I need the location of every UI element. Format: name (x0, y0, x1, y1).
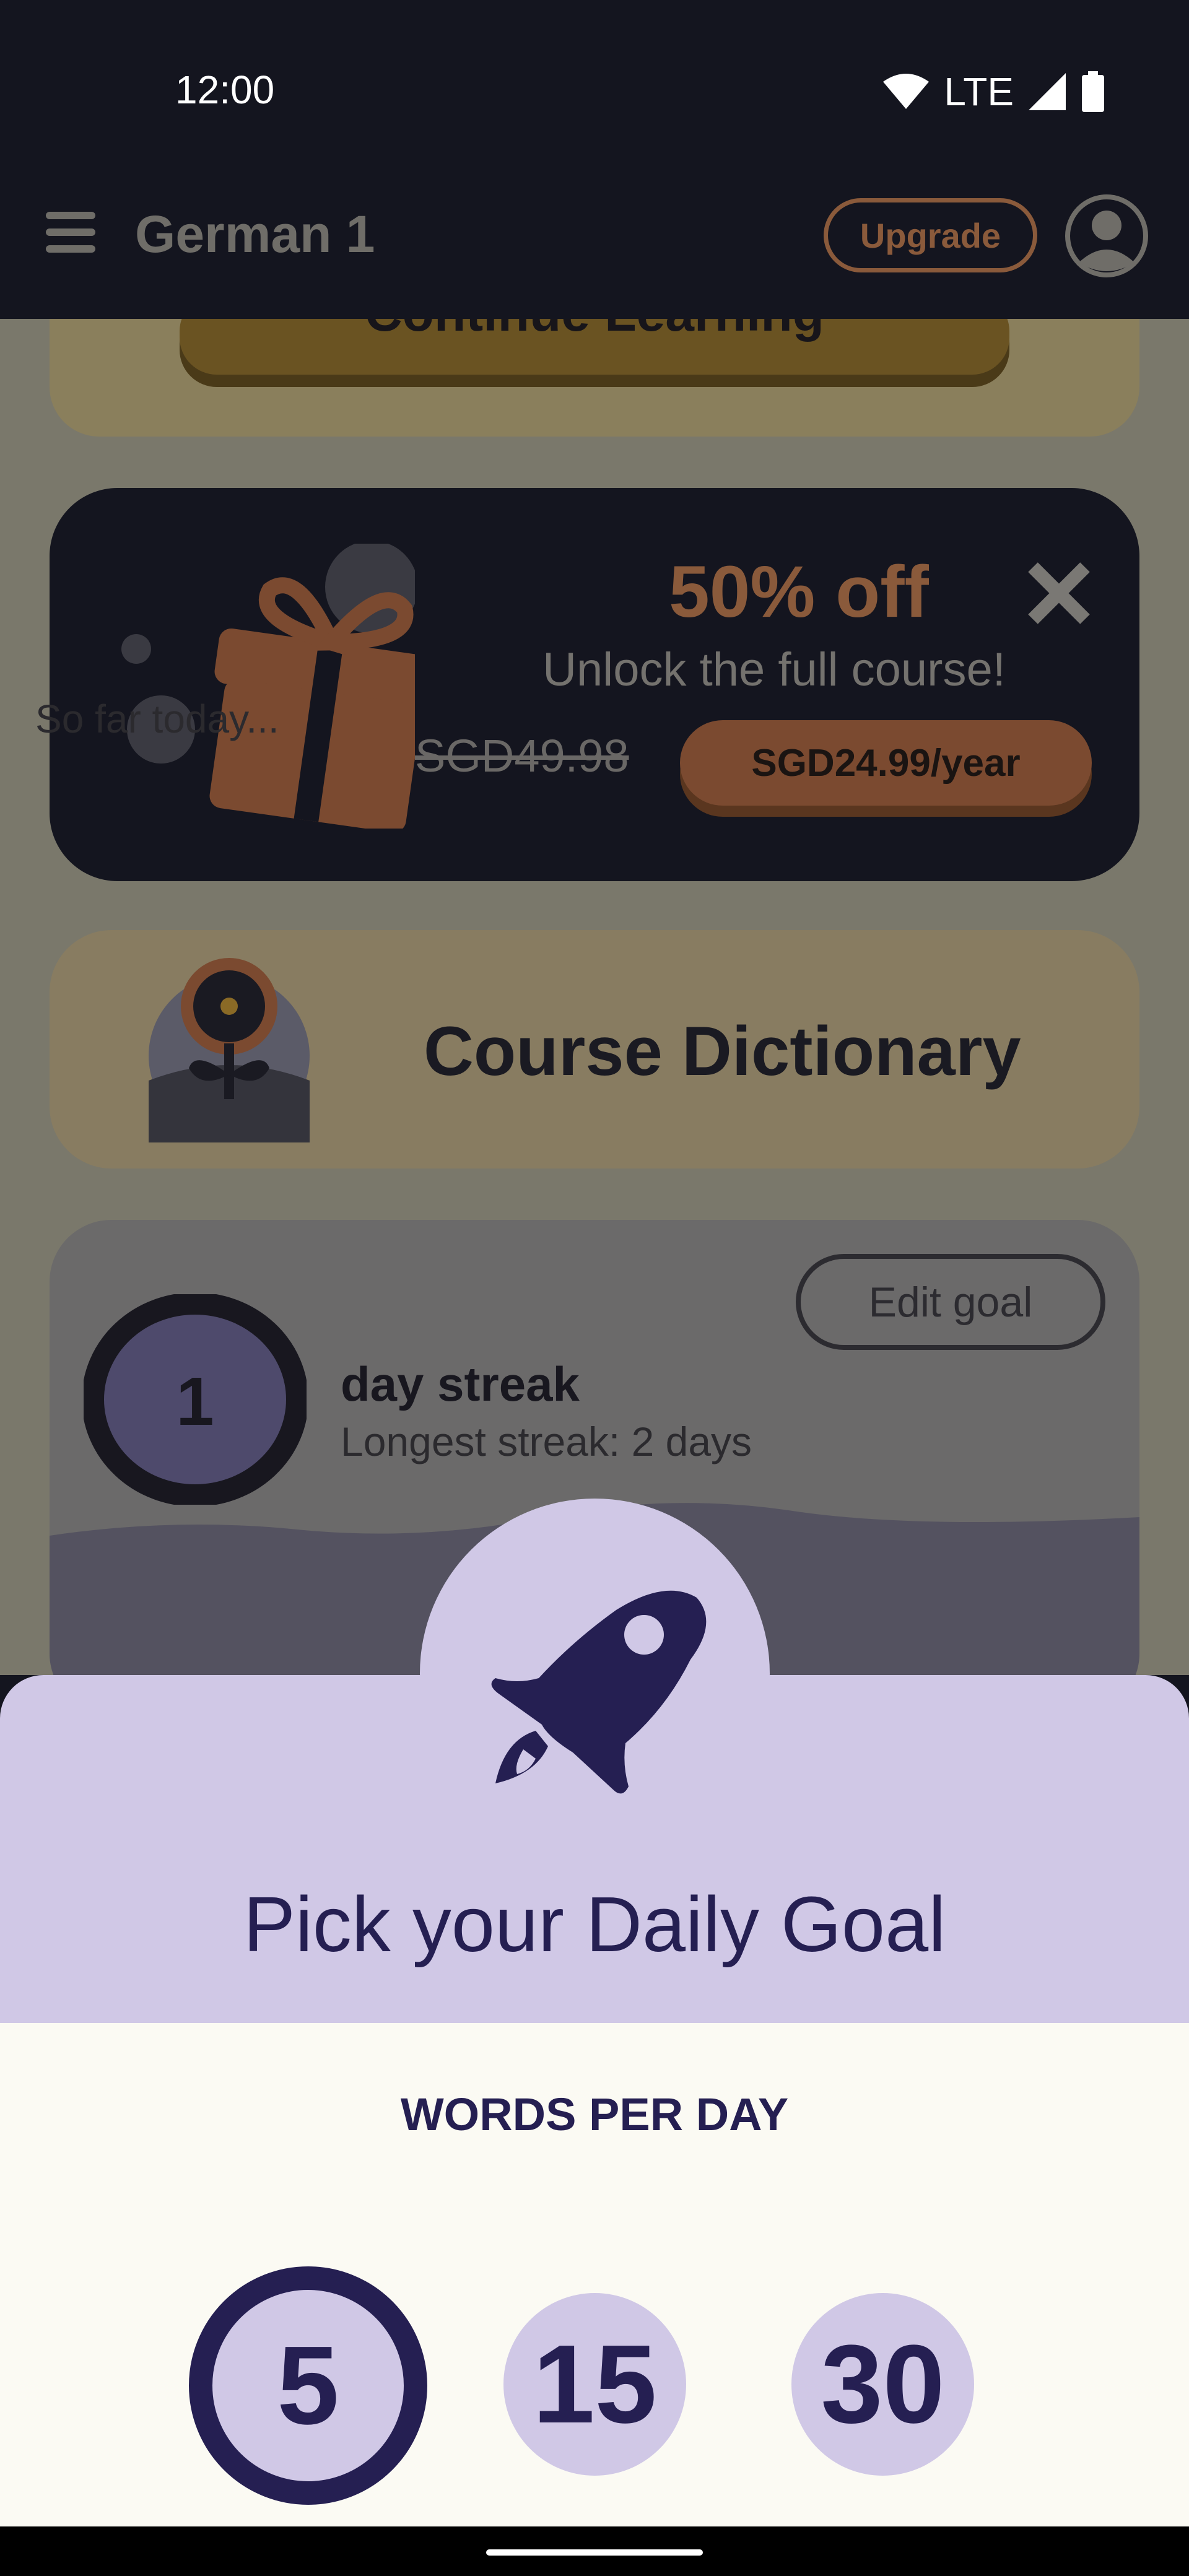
rocket-icon (491, 1590, 707, 1794)
goal-option-30[interactable]: 30 (791, 2293, 974, 2476)
status-icons: LTE (882, 67, 1105, 116)
wifi-icon (883, 74, 930, 109)
goal-option-5[interactable]: 5 (189, 2266, 427, 2505)
close-icon[interactable] (1022, 556, 1096, 630)
daily-goal-title: Pick your Daily Goal (243, 1881, 946, 1968)
continue-learning-label: Continue Learning (180, 319, 1009, 350)
avatar-icon[interactable] (1064, 193, 1149, 279)
words-per-day-label: WORDS PER DAY (400, 2089, 789, 2140)
streak-count: 1 (176, 1364, 214, 1440)
home-gesture-handle[interactable] (486, 2549, 703, 2556)
flower-icon (149, 958, 310, 1142)
battery-icon (1082, 71, 1104, 112)
promo-title: 50% off (669, 551, 929, 633)
menu-icon[interactable] (46, 211, 99, 254)
promo-subtitle: Unlock the full course! (542, 643, 1006, 696)
signal-icon (1029, 73, 1066, 110)
gift-icon (121, 544, 415, 829)
continue-learning-button[interactable]: Continue Learning (180, 319, 1009, 375)
continue-card: Continue Learning (50, 319, 1139, 437)
upgrade-button[interactable]: Upgrade (824, 198, 1037, 272)
course-title: German 1 (135, 205, 375, 263)
buy-offer-button[interactable]: SGD24.99/year (680, 720, 1092, 806)
so-far-today: So far today... (35, 697, 279, 741)
status-time: 12:00 (175, 67, 275, 112)
goal-option-15[interactable]: 15 (503, 2293, 686, 2476)
network-type: LTE (944, 69, 1014, 114)
main-content: Continue Learning 50% off Unlock the ful… (0, 319, 1189, 1675)
promo-banner: 50% off Unlock the full course! SGD49.98… (50, 488, 1139, 881)
streak-label: day streak (341, 1357, 580, 1411)
edit-goal-button[interactable]: Edit goal (796, 1254, 1105, 1350)
course-dictionary-label: Course Dictionary (424, 1012, 1021, 1090)
original-price: SGD49.98 (415, 730, 629, 781)
status-bar: 12:00 LTE (0, 0, 1189, 180)
longest-streak: Longest streak: 2 days (341, 1419, 752, 1464)
